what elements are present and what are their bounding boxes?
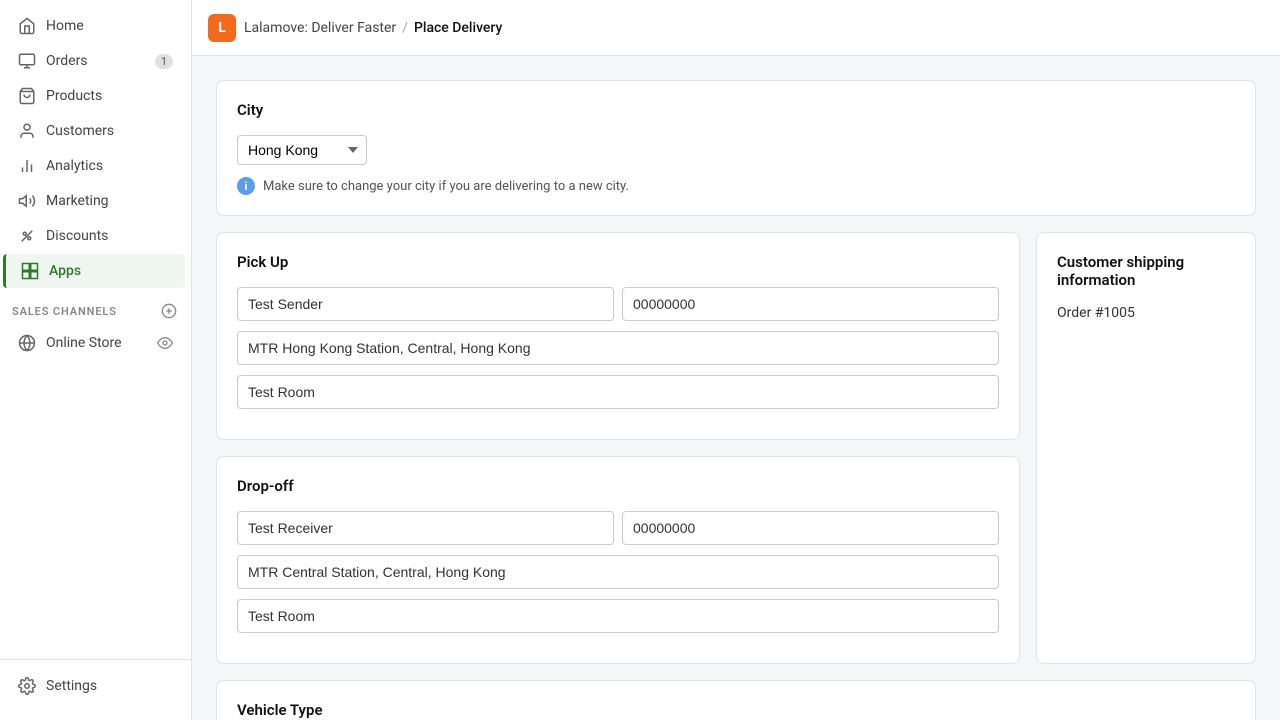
breadcrumb: Lalamove: Deliver Faster / Place Deliver…: [244, 20, 502, 36]
sidebar-item-analytics-label: Analytics: [46, 158, 103, 174]
sidebar-item-orders[interactable]: Orders 1: [6, 44, 185, 78]
sidebar-item-discounts-label: Discounts: [46, 228, 108, 244]
city-info-message: Make sure to change your city if you are…: [263, 179, 629, 194]
home-icon: [18, 17, 36, 35]
products-icon: [18, 87, 36, 105]
order-number: Order #1005: [1057, 305, 1235, 321]
dropoff-address-field: [237, 555, 999, 589]
topbar: L Lalamove: Deliver Faster / Place Deliv…: [192, 0, 1280, 56]
add-sales-channel-icon[interactable]: [159, 301, 179, 321]
dropoff-name-phone-row: [237, 511, 999, 545]
city-card: City Hong Kong Singapore Manila Bangkok …: [216, 80, 1256, 216]
dropoff-address-input[interactable]: [237, 555, 999, 589]
dropoff-room-field: [237, 599, 999, 633]
customers-icon: [18, 122, 36, 140]
city-select-wrapper: Hong Kong Singapore Manila Bangkok: [237, 135, 1235, 165]
online-store-label: Online Store: [46, 335, 122, 351]
online-store-icon: [18, 334, 36, 352]
sidebar-bottom: Settings: [0, 659, 191, 720]
sidebar-item-discounts[interactable]: Discounts: [6, 219, 185, 253]
settings-label: Settings: [46, 678, 97, 694]
dropoff-address-row: [237, 555, 999, 589]
sidebar-item-products[interactable]: Products: [6, 79, 185, 113]
sidebar-item-apps-label: Apps: [49, 263, 81, 279]
discounts-icon: [18, 227, 36, 245]
dropoff-receiver-field: [237, 511, 614, 545]
pickup-card: Pick Up: [216, 232, 1020, 440]
marketing-icon: [18, 192, 36, 210]
dropoff-room-input[interactable]: [237, 599, 999, 633]
breadcrumb-page-title: Place Delivery: [414, 20, 502, 36]
dropoff-phone-field: [622, 511, 999, 545]
sidebar-item-home[interactable]: Home: [6, 9, 185, 43]
dropoff-phone-input[interactable]: [622, 511, 999, 545]
orders-icon: [18, 52, 36, 70]
delivery-right: Customer shipping information Order #100…: [1036, 232, 1256, 664]
sidebar-item-marketing[interactable]: Marketing: [6, 184, 185, 218]
pickup-sender-field: [237, 287, 614, 321]
apps-icon: [21, 262, 39, 280]
dropoff-room-row: [237, 599, 999, 633]
city-select[interactable]: Hong Kong Singapore Manila Bangkok: [237, 135, 367, 165]
city-card-title: City: [237, 101, 1235, 119]
pickup-name-phone-row: [237, 287, 999, 321]
breadcrumb-app-name[interactable]: Lalamove: Deliver Faster: [244, 20, 396, 36]
customer-card: Customer shipping information Order #100…: [1036, 232, 1256, 664]
pickup-room-field: [237, 375, 999, 409]
info-icon: i: [237, 177, 255, 195]
sidebar-item-orders-label: Orders: [46, 53, 88, 69]
pickup-address-field: [237, 331, 999, 365]
sidebar-item-customers[interactable]: Customers: [6, 114, 185, 148]
sidebar-item-marketing-label: Marketing: [46, 193, 109, 209]
sidebar-item-home-label: Home: [46, 18, 84, 34]
sidebar-item-apps[interactable]: Apps: [3, 254, 185, 288]
sidebar-item-online-store[interactable]: Online Store: [6, 326, 185, 360]
analytics-icon: [18, 157, 36, 175]
pickup-room-input[interactable]: [237, 375, 999, 409]
breadcrumb-sep: /: [402, 20, 408, 36]
city-info-banner: i Make sure to change your city if you a…: [237, 177, 1235, 195]
sales-channels-section: SALES CHANNELS: [0, 289, 191, 325]
main-content: City Hong Kong Singapore Manila Bangkok …: [192, 56, 1280, 720]
dropoff-card-title: Drop-off: [237, 477, 999, 495]
sidebar-item-analytics[interactable]: Analytics: [6, 149, 185, 183]
dropoff-card: Drop-off: [216, 456, 1020, 664]
vehicle-type-title: Vehicle Type: [237, 701, 1235, 719]
vehicle-type-card: Vehicle Type: [216, 680, 1256, 720]
sales-channels-label: SALES CHANNELS: [12, 305, 117, 318]
sidebar-item-settings[interactable]: Settings: [6, 669, 185, 703]
pickup-address-row: [237, 331, 999, 365]
settings-icon: [18, 677, 36, 695]
orders-badge: 1: [155, 54, 173, 69]
pickup-phone-field: [622, 287, 999, 321]
sidebar: Home Orders 1 Products Customers A: [0, 0, 192, 720]
pickup-phone-input[interactable]: [622, 287, 999, 321]
sidebar-nav: Home Orders 1 Products Customers A: [0, 0, 191, 659]
sidebar-item-products-label: Products: [46, 88, 102, 104]
eye-icon[interactable]: [157, 335, 173, 351]
sidebar-item-customers-label: Customers: [46, 123, 114, 139]
delivery-left: Pick Up: [216, 232, 1020, 664]
customer-card-title: Customer shipping information: [1057, 253, 1235, 289]
pickup-address-input[interactable]: [237, 331, 999, 365]
pickup-sender-input[interactable]: [237, 287, 614, 321]
app-logo: L: [208, 14, 236, 42]
delivery-row: Pick Up: [216, 232, 1256, 664]
dropoff-receiver-input[interactable]: [237, 511, 614, 545]
pickup-room-row: [237, 375, 999, 409]
pickup-card-title: Pick Up: [237, 253, 999, 271]
